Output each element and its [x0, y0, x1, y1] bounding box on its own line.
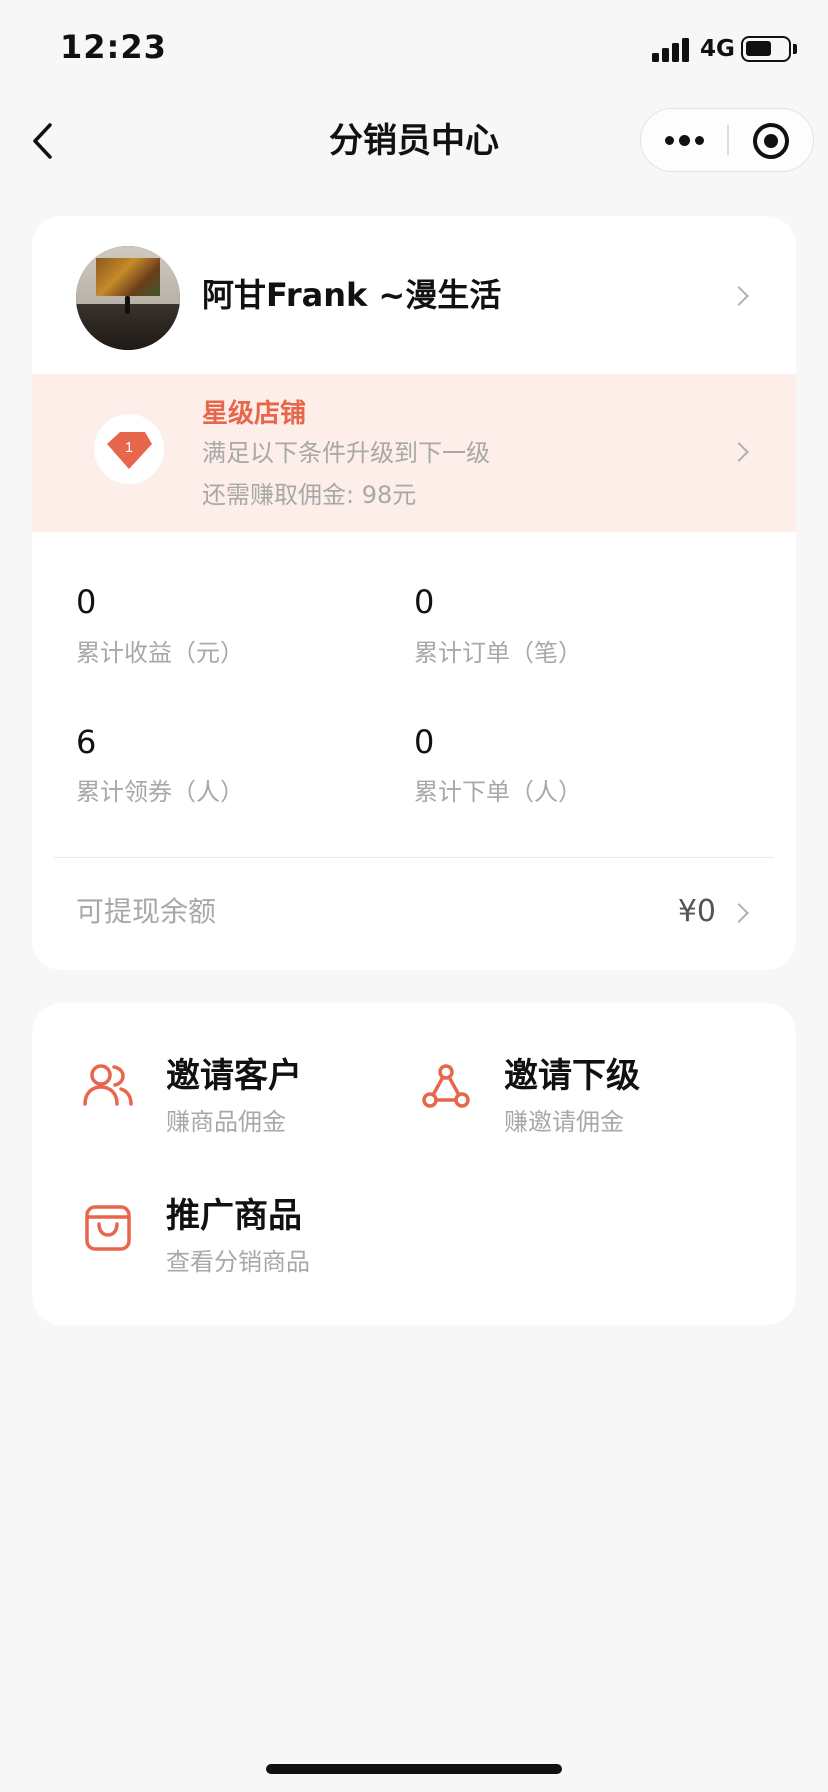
- signal-icon: [652, 36, 692, 62]
- divider: [54, 857, 774, 858]
- diamond-tag-icon: 1: [107, 432, 152, 469]
- home-indicator: [266, 1764, 562, 1774]
- stat-value-buyers: 0: [414, 723, 435, 761]
- stat-label-earnings: 累计收益（元）: [76, 639, 244, 667]
- action-subtitle: 赚邀请佣金: [504, 1108, 624, 1136]
- more-dots-icon: [664, 135, 674, 145]
- user-name: 阿甘Frank ~漫生活: [202, 276, 502, 314]
- action-subtitle: 查看分销商品: [166, 1248, 310, 1276]
- level-description: 满足以下条件升级到下一级: [202, 439, 490, 467]
- invite-customer-button[interactable]: 邀请客户 赚商品佣金: [80, 1056, 380, 1149]
- stat-label-coupons: 累计领券（人）: [76, 778, 244, 806]
- action-title: 邀请客户: [166, 1056, 302, 1096]
- capsule-divider: [727, 125, 729, 155]
- action-title: 邀请下级: [504, 1056, 640, 1096]
- status-time: 12:23: [60, 28, 167, 66]
- more-button[interactable]: [641, 109, 727, 171]
- action-title: 推广商品: [166, 1196, 302, 1236]
- mini-program-capsule: [640, 108, 814, 172]
- balance-label: 可提现余额: [76, 895, 217, 928]
- svg-text:1: 1: [125, 439, 133, 456]
- chevron-right-icon: [729, 442, 749, 462]
- network-label: 4G: [700, 36, 735, 62]
- level-badge: 1: [94, 414, 164, 484]
- stat-label-buyers: 累计下单（人）: [414, 778, 582, 806]
- stat-value-orders: 0: [414, 583, 435, 621]
- profile-card: 阿甘Frank ~漫生活 1 星级店铺 满足以下条件升级到下一级 还需赚取佣金:…: [32, 216, 796, 970]
- action-subtitle: 赚商品佣金: [166, 1108, 286, 1136]
- chevron-right-icon: [729, 286, 749, 306]
- shopping-bag-icon: [85, 1205, 131, 1251]
- stat-value-earnings: 0: [76, 583, 97, 621]
- balance-value: ¥0: [677, 894, 716, 929]
- actions-card: 邀请客户 赚商品佣金 邀请下级 赚邀请佣金 推广商品 查看分销商品: [32, 1003, 796, 1325]
- avatar: [76, 246, 180, 350]
- close-target-icon[interactable]: [753, 123, 789, 159]
- status-bar: 12:23 4G: [0, 0, 828, 100]
- battery-nub: [793, 44, 797, 54]
- stat-value-coupons: 6: [76, 723, 97, 761]
- profile-row[interactable]: 阿甘Frank ~漫生活: [32, 216, 796, 374]
- battery-icon: [741, 36, 791, 62]
- invite-subordinate-button[interactable]: 邀请下级 赚邀请佣金: [418, 1056, 748, 1149]
- level-banner[interactable]: 1 星级店铺 满足以下条件升级到下一级 还需赚取佣金: 98元: [32, 374, 796, 532]
- level-requirement: 还需赚取佣金: 98元: [202, 481, 417, 509]
- level-title: 星级店铺: [202, 399, 307, 429]
- promote-products-button[interactable]: 推广商品 查看分销商品: [80, 1196, 380, 1289]
- users-icon: [83, 1064, 133, 1106]
- chevron-right-icon: [729, 903, 749, 923]
- stat-label-orders: 累计订单（笔）: [414, 639, 582, 667]
- share-nodes-icon: [422, 1064, 470, 1108]
